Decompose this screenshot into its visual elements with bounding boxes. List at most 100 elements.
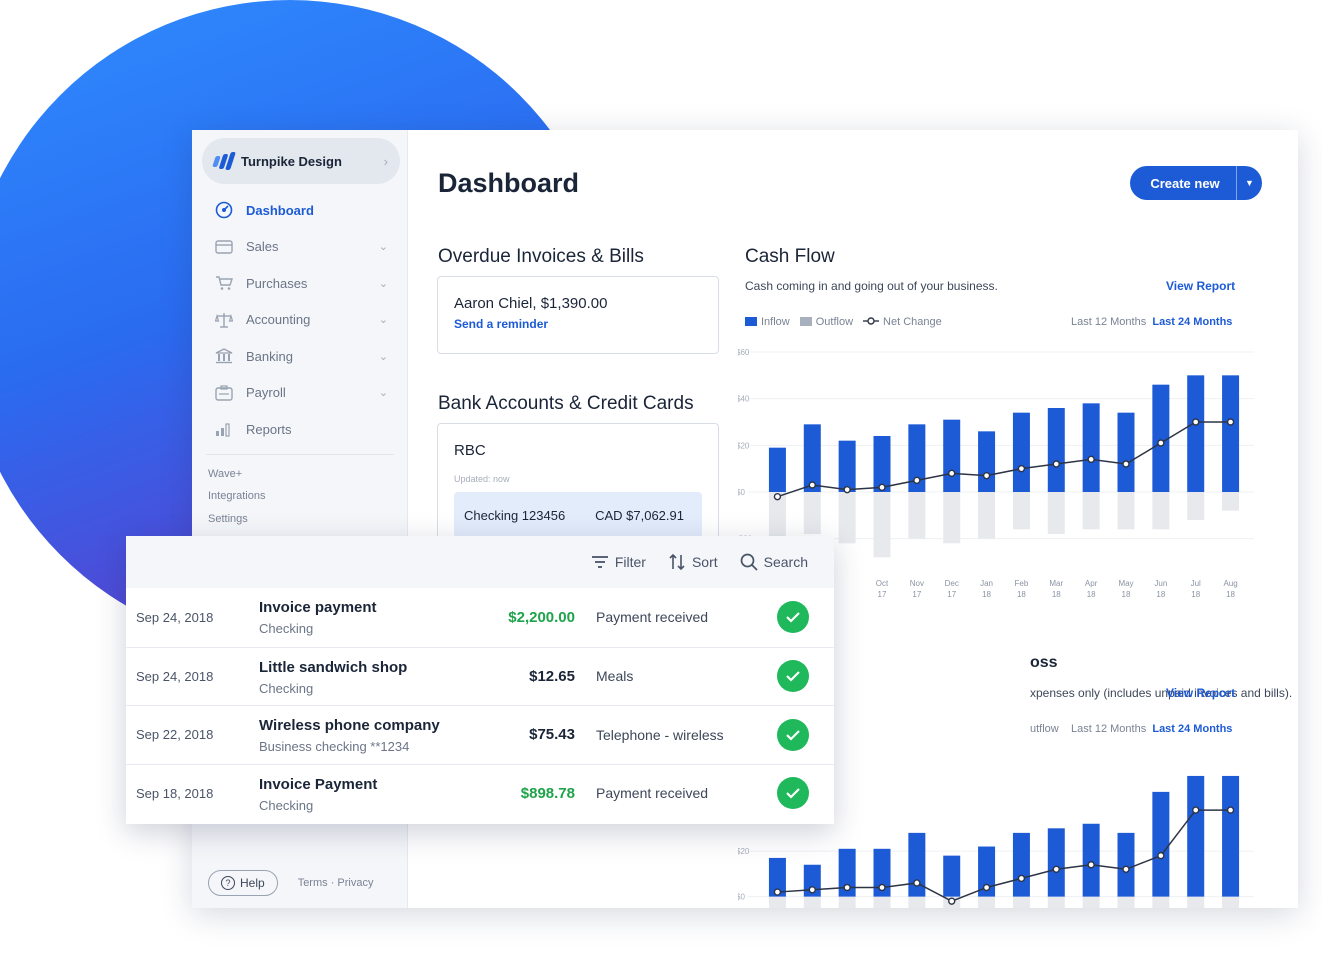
transactions-toolbar: Filter Sort Search [126,536,834,588]
profit-loss-subtitle: xpenses only (includes unpaid invoices a… [1030,686,1293,700]
sidebar-item-accounting[interactable]: Accounting ⌄ [192,302,408,339]
legend-label: Net Change [883,316,942,328]
table-row[interactable]: Sep 18, 2018 Invoice Payment Checking $898.… [126,763,834,823]
inflow-bar [908,832,926,897]
bank-updated: Updated: now [454,474,510,484]
cash-flow-title: Cash Flow [745,246,835,267]
bank-account-row[interactable]: Checking 123456 CAD $7,062.91 [454,492,702,538]
y-tick-label: $40 [738,395,750,404]
inflow-bar [1117,412,1135,492]
help-icon: ? [221,876,235,890]
nav-divider [206,453,394,455]
sidebar-link-settings[interactable]: Settings [192,508,408,531]
transaction-category[interactable]: Payment received [596,609,708,625]
sidebar-item-sales[interactable]: Sales ⌄ [192,229,408,266]
reviewed-check-icon[interactable] [777,777,809,810]
filter-button[interactable]: Filter [591,554,646,570]
transaction-description[interactable]: Wireless phone company [259,717,440,734]
filter-label: Filter [614,554,646,570]
reviewed-check-icon[interactable] [777,601,809,634]
transaction-description[interactable]: Invoice Payment [259,776,377,793]
sort-button[interactable]: Sort [668,553,718,571]
business-name: Turnpike Design [241,153,342,169]
range-24-months[interactable]: Last 24 Months [1152,316,1232,328]
y-tick-label: $0 [738,893,745,902]
sidebar-item-reports[interactable]: Reports [192,411,408,448]
x-tick-label: Aug [1223,579,1237,588]
y-tick-label: $0 [738,488,745,497]
cash-flow-range-toggle[interactable]: Last 12 Months Last 24 Months [1071,316,1232,328]
outflow-bar [1117,492,1135,530]
sidebar-item-banking[interactable]: Banking ⌄ [192,338,408,375]
caret-down-icon[interactable]: ▼ [1236,166,1262,200]
range-24-months[interactable]: Last 24 Months [1152,723,1232,735]
table-row[interactable]: Sep 24, 2018 Invoice payment Checking $2,20… [126,588,834,647]
reports-icon [214,419,234,439]
chevron-right-icon: › [383,153,388,169]
table-row[interactable]: Sep 22, 2018 Wireless phone company Busine… [126,705,834,764]
sidebar-item-dashboard[interactable]: Dashboard [192,192,408,229]
outflow-bar [1082,492,1100,530]
x-tick-label: 18 [1017,590,1026,599]
transaction-category[interactable]: Meals [596,668,633,684]
reviewed-check-icon[interactable] [777,718,809,751]
send-reminder-link[interactable]: Send a reminder [454,317,548,331]
legend-label: utflow [1030,723,1059,735]
profit-loss-view-report-link[interactable]: View Report [1166,686,1235,700]
sidebar-link-wave-plus[interactable]: Wave+ [192,463,408,486]
transaction-description[interactable]: Invoice payment [259,599,377,616]
table-row[interactable]: Sep 24, 2018 Little sandwich shop Checking… [126,646,834,706]
dashboard-icon [214,200,234,220]
transaction-account: Checking [259,621,314,636]
net-change-point [1052,460,1060,468]
x-tick-label: Apr [1085,579,1098,588]
net-change-point [1122,460,1130,468]
outflow-bar [943,492,961,544]
outflow-bar [1152,896,1170,908]
outflow-bar [978,492,996,539]
business-switcher[interactable]: Turnpike Design › [202,138,400,184]
legend-inflow[interactable]: Inflow [745,316,790,328]
create-new-label: Create new [1150,175,1220,191]
sidebar-item-purchases[interactable]: Purchases ⌄ [192,265,408,302]
sidebar-item-label: Purchases [246,275,308,291]
net-change-point [1157,439,1165,447]
net-change-point [1192,418,1200,426]
inflow-bar [1152,791,1170,897]
reviewed-check-icon[interactable] [777,660,809,693]
transactions-panel: Filter Sort Search Sep 24, 2018 Invoice p… [126,536,834,824]
net-change-point [843,485,851,494]
x-tick-label: Mar [1049,579,1063,588]
outflow-bar [1222,492,1240,511]
outflow-bar [873,492,891,558]
net-change-point [1122,865,1130,873]
legend-label: Inflow [761,316,790,328]
transaction-category[interactable]: Payment received [596,785,708,801]
inflow-bar [768,447,786,492]
transaction-account: Business checking **1234 [259,739,410,754]
search-button[interactable]: Search [740,553,808,571]
legend-net-change[interactable]: Net Change [863,316,942,328]
sidebar-item-payroll[interactable]: Payroll ⌄ [192,375,408,412]
sidebar-footer: ? Help Terms · Privacy [208,870,373,896]
legend-outflow[interactable]: Outflow [799,316,853,328]
help-button[interactable]: ? Help [208,870,278,896]
sort-icon [669,553,685,571]
chevron-down-icon: ⌄ [378,277,388,290]
net-change-point [808,481,816,489]
terms-privacy-links[interactable]: Terms · Privacy [298,877,374,889]
cash-flow-subtitle: Cash coming in and going out of your bus… [745,279,998,293]
profit-loss-range-toggle[interactable]: Last 12 Months Last 24 Months [1071,723,1232,735]
net-change-point [1017,464,1026,473]
transaction-date: Sep 24, 2018 [136,609,214,625]
inflow-bar [978,431,996,492]
range-12-months[interactable]: Last 12 Months [1071,723,1146,735]
sidebar-link-integrations[interactable]: Integrations [192,485,408,508]
cash-flow-view-report-link[interactable]: View Report [1166,279,1235,293]
transaction-description[interactable]: Little sandwich shop [259,659,407,676]
create-new-button[interactable]: Create new ▼ [1130,166,1262,200]
transaction-category[interactable]: Telephone - wireless [596,727,724,743]
range-12-months[interactable]: Last 12 Months [1071,316,1146,328]
x-tick-label: 18 [1226,590,1235,599]
sales-icon [214,237,234,257]
